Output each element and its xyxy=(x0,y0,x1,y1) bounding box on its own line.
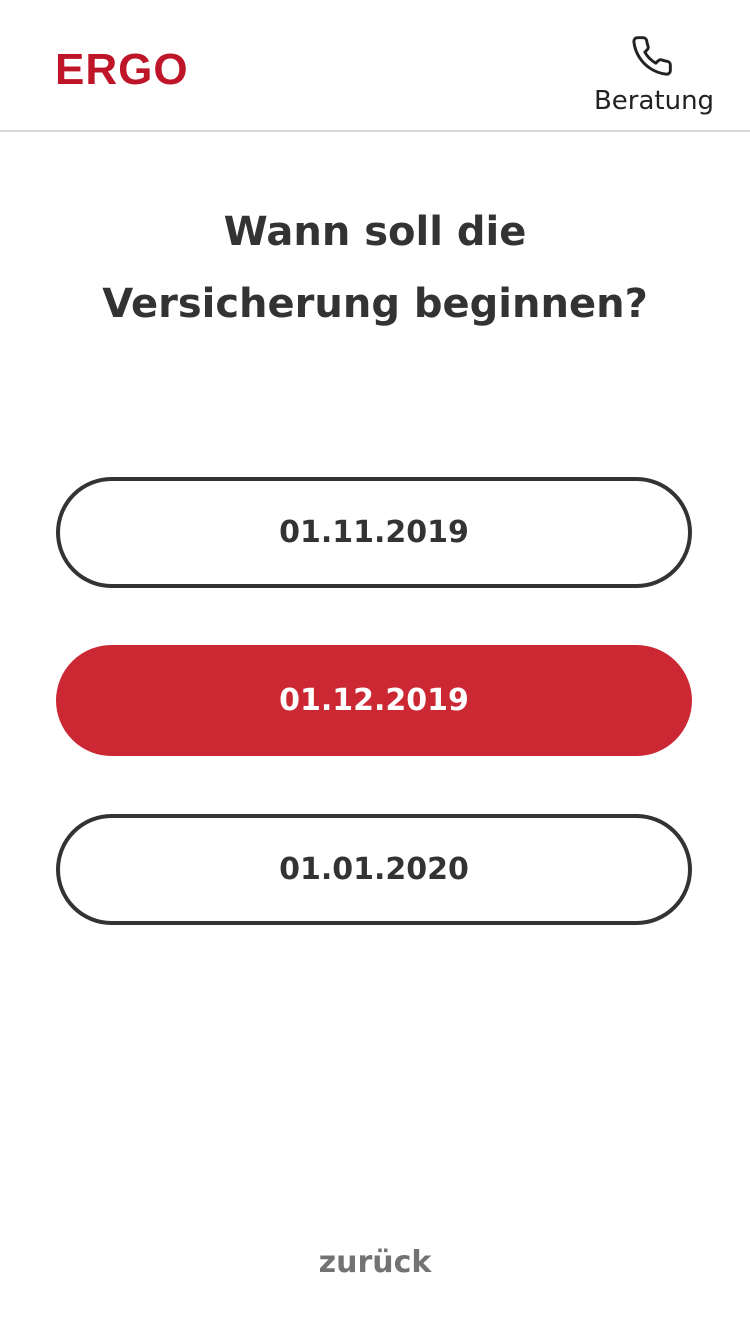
question-line-2: Versicherung beginnen? xyxy=(102,281,648,327)
start-date-option-2[interactable]: 01.12.2019 xyxy=(56,645,692,756)
option-label: 01.11.2019 xyxy=(279,515,469,550)
question-line-1: Wann soll die xyxy=(223,209,527,255)
back-link[interactable]: zurück xyxy=(275,1245,475,1280)
option-label: 01.01.2020 xyxy=(279,852,469,887)
page-question: Wann soll die Versicherung beginnen? xyxy=(40,196,710,340)
phone-icon xyxy=(632,36,672,76)
start-date-option-1[interactable]: 01.11.2019 xyxy=(56,477,692,588)
ergo-logo: ERGO xyxy=(55,45,189,94)
app-header: ERGO Beratung xyxy=(0,0,750,132)
start-date-option-3[interactable]: 01.01.2020 xyxy=(56,814,692,925)
option-label: 01.12.2019 xyxy=(279,683,469,718)
consultation-button[interactable]: Beratung xyxy=(592,30,716,120)
consultation-label: Beratung xyxy=(593,86,715,116)
